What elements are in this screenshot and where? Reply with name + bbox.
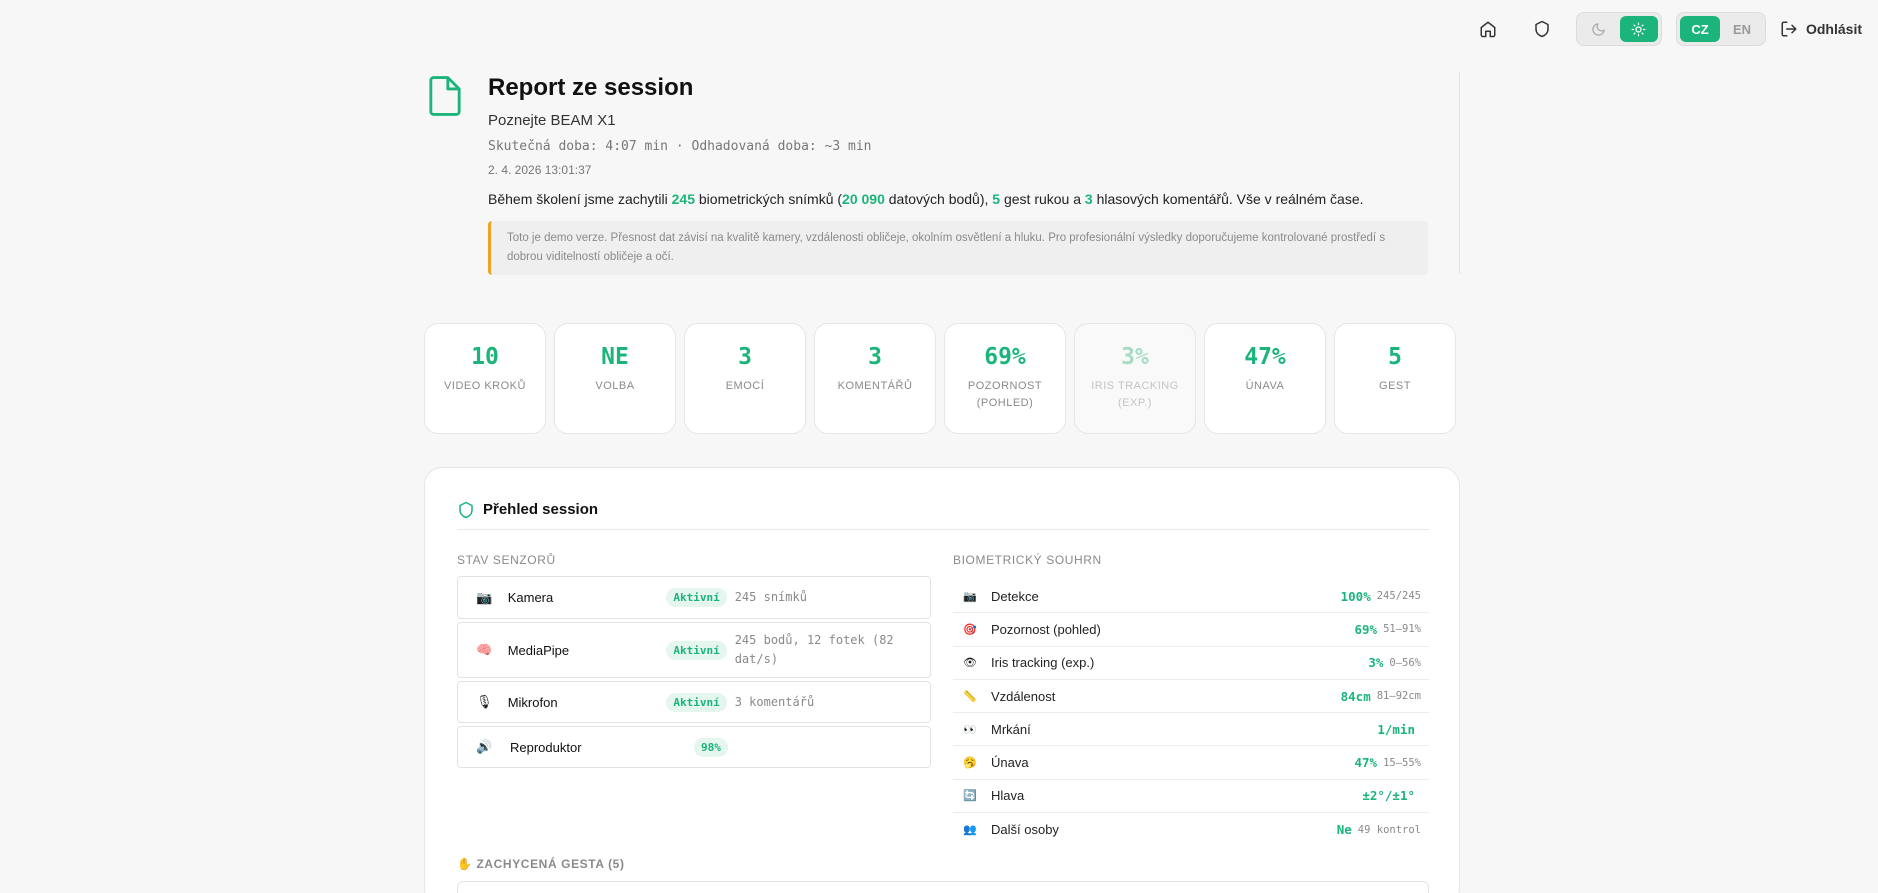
session-summary: Během školení jsme zachytili 245 biometr… [488, 191, 1364, 207]
report-header: Report ze session Poznejte BEAM X1 Skute… [424, 72, 1460, 275]
bio-row-detection: 📷 Detekce 100% 245/245 [953, 580, 1429, 614]
home-button[interactable] [1468, 12, 1508, 46]
eyes-icon: 👀 [963, 723, 977, 736]
sensors-section-label: STAV SENZORŮ [457, 553, 556, 567]
panel-header: Přehled session [457, 500, 1429, 530]
stat-card-video-steps: 10 VIDEO KROKŮ [424, 323, 546, 434]
yawn-icon: 🥱 [963, 757, 977, 770]
language-switch: CZ EN [1675, 12, 1766, 46]
people-icon: 👥 [963, 824, 977, 837]
speaker-icon: 🔊 [476, 739, 493, 754]
status-badge: Aktivní [666, 640, 727, 660]
dark-theme-button[interactable] [1580, 16, 1618, 42]
bio-row-other-persons: 👥 Další osoby Ne 49 kontrol [963, 822, 1421, 838]
bio-row-iris-tracking: 👁 Iris tracking (exp.) 3% 0–56% [953, 647, 1429, 680]
sensor-row-camera: 📷 Kamera Aktivní 245 snímků [457, 576, 931, 619]
shield-icon [1535, 20, 1549, 38]
ruler-icon: 📏 [963, 690, 977, 703]
camera-icon: 📷 [476, 589, 493, 605]
lang-cz-button[interactable]: CZ [1679, 16, 1720, 42]
page-subtitle: Poznejte BEAM X1 [488, 112, 616, 129]
sensor-name: MediaPipe [507, 642, 570, 658]
bio-row-distance: 📏 Vzdálenost 84cm 81–92cm [953, 680, 1429, 714]
rotate-icon: 🔄 [963, 790, 977, 803]
sensor-detail: 3 komentářů [734, 694, 815, 709]
status-badge: Aktivní [666, 588, 727, 607]
shield-icon [459, 501, 473, 519]
light-theme-button[interactable] [1619, 16, 1658, 42]
sensor-row-mediapipe: 🧠 MediaPipe Aktivní 245 bodů, 12 fotek (… [457, 622, 931, 678]
page-title: Report ze session [488, 74, 694, 101]
biometrics-section-label: BIOMETRICKÝ SOUHRN [953, 553, 1102, 567]
biometric-summary: 📷 Detekce 100% 245/245 🎯 Pozornost (pohled) 6… [953, 580, 1429, 846]
stat-card-iris-tracking: 3% IRIS TRACKING (EXP.) [1074, 323, 1196, 434]
stat-card-attention: 69% POZORNOST (POHLED) [944, 323, 1066, 434]
document-icon [428, 76, 462, 121]
logout-button[interactable]: Odhlásit [1780, 20, 1862, 38]
lang-en-button[interactable]: EN [1722, 16, 1762, 42]
moon-icon [1592, 22, 1606, 36]
sensor-row-speaker: 🔊 Reproduktor 98% [457, 726, 931, 768]
top-bar: CZ EN Odhlásit [1468, 12, 1862, 46]
logout-icon [1781, 21, 1797, 37]
stat-card-comments: 3 KOMENTÁŘŮ [814, 323, 936, 434]
stats-row: 10 VIDEO KROKŮ NE VOLBA 3 EMOCÍ 3 KOMENTÁŘŮ … [424, 323, 1456, 434]
theme-switch [1575, 12, 1662, 46]
session-durations: Skutečná doba: 4:07 min · Odhadovaná dob… [488, 139, 872, 154]
sensor-row-microphone: 🎙 Mikrofon Aktivní 3 komentářů [457, 681, 931, 723]
bio-row-head: 🔄 Hlava ±2°/±1° [953, 780, 1429, 814]
sensor-list: 📷 Kamera Aktivní 245 snímků 🧠 MediaPipe … [457, 576, 931, 771]
session-datetime: 2. 4. 2026 13:01:37 [488, 163, 592, 177]
session-overview-panel: Přehled session STAV SENZORŮ 📷 Kamera Ak… [424, 467, 1460, 893]
sensor-name: Reproduktor [510, 739, 582, 755]
sensor-name: Kamera [507, 590, 554, 605]
stat-card-fatigue: 47% ÚNAVA [1204, 323, 1326, 434]
microphone-icon: 🎙 [476, 694, 493, 709]
demo-notice: Toto je demo verze. Přesnost dat závisí … [488, 221, 1428, 275]
bio-row-fatigue: 🥱 Únava 47% 15–55% [953, 746, 1429, 780]
home-icon [1480, 21, 1496, 38]
admin-button[interactable] [1522, 12, 1562, 46]
sensor-detail: 245 bodů, 12 fotek (82 dat/s) [734, 633, 894, 666]
eye-icon: 👁 [963, 657, 977, 670]
gestures-list [457, 881, 1429, 893]
stat-card-emotions: 3 EMOCÍ [684, 323, 806, 434]
panel-title: Přehled session [483, 501, 599, 518]
stat-card-choice: NE VOLBA [554, 323, 676, 434]
stat-card-gestures: 5 GEST [1334, 323, 1456, 434]
speaker-volume-badge: 98% [694, 737, 728, 757]
sensor-name: Mikrofon [507, 694, 558, 710]
bio-row-attention: 🎯 Pozornost (pohled) 69% 51–91% [953, 613, 1429, 647]
sun-icon [1632, 22, 1646, 36]
bio-row-blinking: 👀 Mrkání 1/min [953, 713, 1429, 747]
sensor-detail: 245 snímků [734, 590, 807, 604]
status-badge: Aktivní [666, 692, 727, 712]
brain-icon: 🧠 [476, 642, 493, 657]
camera-icon: 📷 [963, 590, 977, 603]
gestures-section-label: ✋ ZACHYCENÁ GESTA (5) [457, 857, 625, 871]
logout-label: Odhlásit [1805, 21, 1862, 37]
target-icon: 🎯 [963, 623, 977, 636]
